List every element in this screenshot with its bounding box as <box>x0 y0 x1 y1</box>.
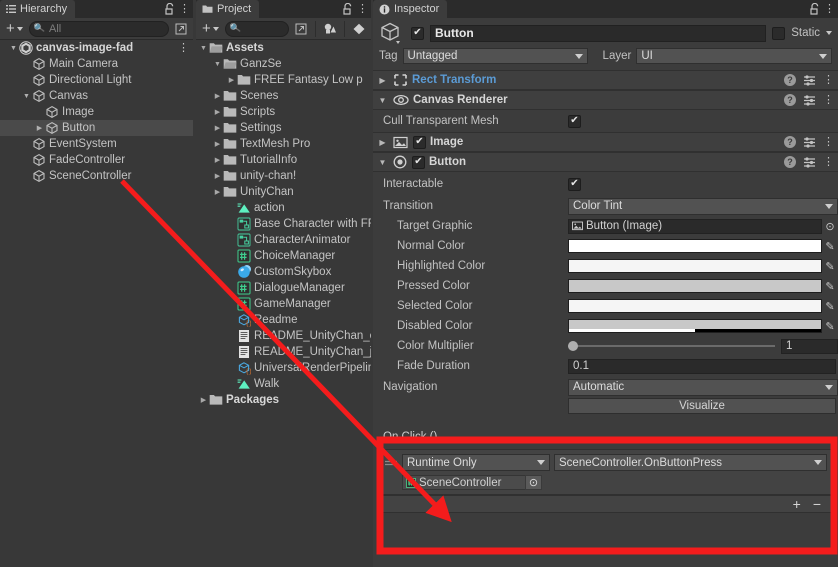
annotation-highlight-rect <box>376 436 838 555</box>
annotation-arrow <box>120 179 452 523</box>
annotation-overlay <box>120 179 838 555</box>
unity-editor-window: Hierarchy ⋮ + 🔍 All ▼ canvas-image-fad ⋮… <box>0 0 838 567</box>
